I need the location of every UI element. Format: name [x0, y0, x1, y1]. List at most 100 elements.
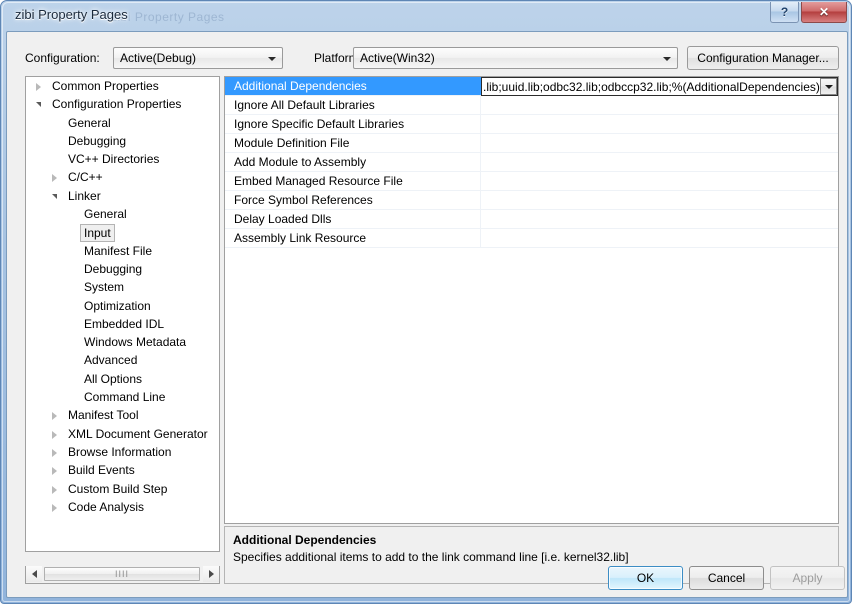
tree-item-general[interactable]: General	[26, 205, 219, 223]
configuration-manager-button[interactable]: Configuration Manager...	[687, 46, 839, 70]
property-name: Add Module to Assembly	[225, 153, 481, 171]
tree-scroll-area: Common Properties Configuration Propertie…	[26, 77, 219, 551]
property-row[interactable]: Module Definition File	[225, 134, 838, 153]
scrollbar-thumb[interactable]: IIII	[44, 567, 200, 581]
property-value[interactable]	[481, 191, 838, 209]
property-row[interactable]: Additional Dependencies .lib;uuid.lib;odb…	[225, 77, 838, 96]
property-row[interactable]: Ignore Specific Default Libraries	[225, 115, 838, 134]
tree-item-c-c[interactable]: C/C++	[26, 168, 219, 186]
tree-item-label: Advanced	[84, 353, 138, 368]
tree-item-label: Optimization	[84, 298, 151, 313]
property-pages-window: zibi Property Pages zibi Property Pages …	[0, 0, 852, 604]
property-value-editor[interactable]: .lib;uuid.lib;odbc32.lib;odbccp32.lib;%(…	[481, 77, 838, 96]
tree-item-label: General	[68, 115, 111, 130]
tree-item-code-analysis[interactable]: Code Analysis	[26, 498, 219, 516]
chevron-down-icon	[824, 84, 833, 89]
description-body: Specifies additional items to add to the…	[233, 550, 629, 564]
scroll-right-icon[interactable]	[203, 566, 219, 582]
help-icon[interactable]: ?	[770, 2, 799, 23]
tree-item-input[interactable]: Input	[26, 223, 219, 243]
tree-item-label: Manifest Tool	[68, 408, 139, 423]
scrollbar-grip: IIII	[114, 569, 129, 579]
tree-item-label: Embedded IDL	[84, 316, 165, 331]
tree-item-debugging[interactable]: Debugging	[26, 260, 219, 278]
ok-button[interactable]: OK	[608, 566, 683, 590]
property-row[interactable]: Add Module to Assembly	[225, 153, 838, 172]
tree-item-xml-document-generator[interactable]: XML Document Generator	[26, 425, 219, 443]
property-row[interactable]: Delay Loaded Dlls	[225, 210, 838, 229]
configuration-label: Configuration:	[25, 51, 100, 65]
tree-item-configuration-properties[interactable]: Configuration Properties	[26, 95, 219, 113]
property-value[interactable]	[481, 172, 838, 190]
property-row[interactable]: Embed Managed Resource File	[225, 172, 838, 191]
tree-item-command-line[interactable]: Command Line	[26, 388, 219, 406]
tree-item-general[interactable]: General	[26, 114, 219, 132]
tree-item-label: Common Properties	[52, 79, 159, 93]
chevron-right-icon[interactable]	[52, 467, 57, 476]
property-row[interactable]: Ignore All Default Libraries	[225, 96, 838, 115]
platform-value: Active(Win32)	[360, 51, 435, 65]
chevron-right-icon[interactable]	[52, 485, 57, 494]
tree-item-label: General	[84, 207, 127, 222]
property-row[interactable]: Force Symbol References	[225, 191, 838, 210]
property-row[interactable]: Assembly Link Resource	[225, 229, 838, 248]
tree-item-all-options[interactable]: All Options	[26, 370, 219, 388]
tree-item-system[interactable]: System	[26, 278, 219, 296]
property-value[interactable]	[481, 210, 838, 228]
property-grid-rows: Additional Dependencies .lib;uuid.lib;odb…	[225, 77, 838, 248]
property-name: Assembly Link Resource	[225, 229, 481, 247]
property-value[interactable]	[481, 115, 838, 133]
tree-item-label: System	[84, 280, 125, 295]
tree-item-linker[interactable]: Linker	[26, 187, 219, 205]
tree-item-embedded-idl[interactable]: Embedded IDL	[26, 315, 219, 333]
scroll-left-icon[interactable]	[26, 566, 42, 582]
configuration-value: Active(Debug)	[120, 51, 197, 65]
tree-item-manifest-tool[interactable]: Manifest Tool	[26, 406, 219, 424]
tree-item-advanced[interactable]: Advanced	[26, 351, 219, 369]
tree-item-optimization[interactable]: Optimization	[26, 297, 219, 315]
tree-item-browse-information[interactable]: Browse Information	[26, 443, 219, 461]
tree-item-label: Code Analysis	[68, 499, 145, 514]
chevron-right-icon[interactable]	[52, 503, 57, 512]
chevron-down-icon[interactable]	[36, 102, 41, 108]
tree-item-label: Linker	[68, 188, 101, 203]
tree-item-custom-build-step[interactable]: Custom Build Step	[26, 480, 219, 498]
chevron-right-icon[interactable]	[52, 174, 57, 183]
tree-item-common-properties[interactable]: Common Properties	[26, 77, 219, 95]
title-bar[interactable]: zibi Property Pages zibi Property Pages …	[1, 1, 851, 31]
chevron-right-icon[interactable]	[52, 430, 57, 439]
tree-item-label: C/C++	[68, 170, 103, 185]
cancel-button[interactable]: Cancel	[689, 566, 764, 590]
description-title: Additional Dependencies	[233, 533, 377, 547]
property-value[interactable]	[481, 229, 838, 247]
property-grid[interactable]: Additional Dependencies .lib;uuid.lib;odb…	[224, 76, 839, 524]
property-value[interactable]	[481, 96, 838, 114]
chevron-down-icon[interactable]	[52, 193, 57, 199]
property-name: Module Definition File	[225, 134, 481, 152]
tree-item-build-events[interactable]: Build Events	[26, 461, 219, 479]
property-value[interactable]	[481, 153, 838, 171]
tree-item-vc-directories[interactable]: VC++ Directories	[26, 150, 219, 168]
tree-item-debugging[interactable]: Debugging	[26, 132, 219, 150]
chevron-down-icon	[268, 57, 276, 61]
properties-tree[interactable]: Common Properties Configuration Propertie…	[25, 76, 220, 552]
window-title: zibi Property Pages	[15, 7, 128, 22]
chevron-right-icon[interactable]	[52, 448, 57, 457]
tree-item-label: VC++ Directories	[68, 152, 160, 167]
chevron-right-icon[interactable]	[52, 412, 57, 421]
property-value[interactable]	[481, 134, 838, 152]
additional-dependencies-input[interactable]: .lib;uuid.lib;odbc32.lib;odbccp32.lib;%(…	[482, 80, 820, 94]
tree-item-windows-metadata[interactable]: Windows Metadata	[26, 333, 219, 351]
tree-item-label: Command Line	[84, 390, 166, 405]
property-value-dropdown-button[interactable]	[820, 78, 837, 95]
chevron-right-icon[interactable]	[36, 83, 41, 91]
configuration-select[interactable]: Active(Debug)	[113, 47, 283, 69]
tree-item-label: Manifest File	[84, 243, 153, 258]
apply-button[interactable]: Apply	[770, 566, 845, 590]
close-icon[interactable]: ✕	[801, 2, 847, 23]
platform-select[interactable]: Active(Win32)	[353, 47, 678, 69]
tree-item-manifest-file[interactable]: Manifest File	[26, 242, 219, 260]
tree-horizontal-scrollbar[interactable]: IIII	[25, 566, 220, 584]
tree-item-label: All Options	[84, 371, 143, 386]
tree-item-label: Windows Metadata	[84, 335, 187, 350]
